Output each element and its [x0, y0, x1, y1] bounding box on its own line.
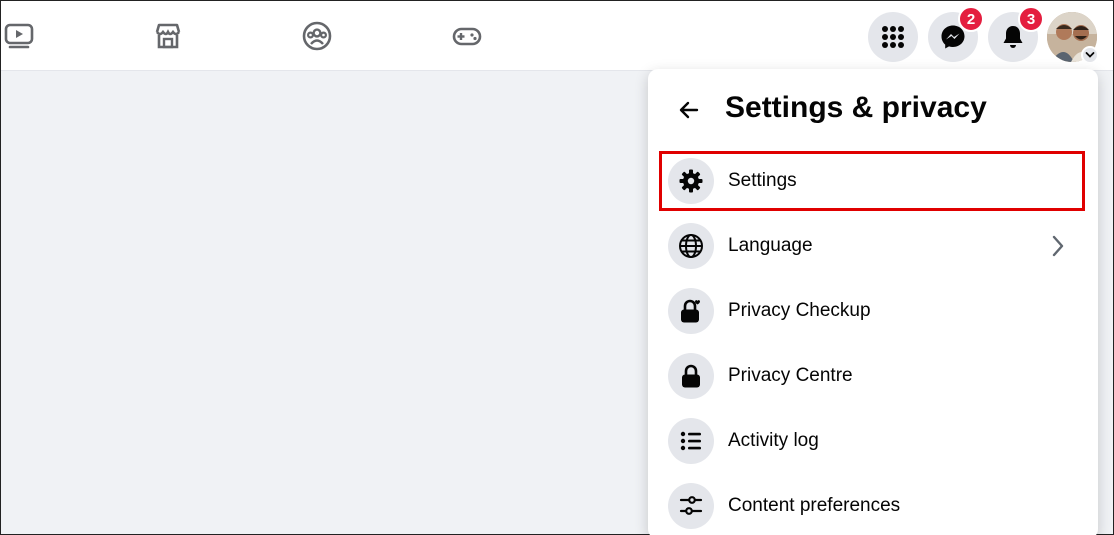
- menu-item-label: Content preferences: [728, 495, 901, 516]
- panel-title: Settings & privacy: [725, 91, 987, 124]
- groups-icon[interactable]: [300, 19, 334, 53]
- globe-icon: [668, 223, 714, 269]
- sliders-icon: [668, 483, 714, 529]
- menu-item-label: Language: [728, 235, 813, 256]
- menu-item-language[interactable]: Language: [658, 217, 1084, 275]
- menu-grid-button[interactable]: [868, 12, 918, 62]
- gaming-icon[interactable]: [450, 19, 484, 53]
- menu-item-label: Privacy Centre: [728, 365, 853, 386]
- menu-item-settings[interactable]: Settings: [658, 152, 1084, 210]
- watch-icon[interactable]: [2, 19, 36, 53]
- lock-heart-icon: [668, 288, 714, 334]
- menu-item-privacy-centre[interactable]: Privacy Centre: [658, 347, 1084, 405]
- menu-item-privacy-checkup[interactable]: Privacy Checkup: [658, 282, 1084, 340]
- gear-icon: [668, 158, 714, 204]
- messenger-button[interactable]: 2: [928, 6, 984, 62]
- top-navigation-bar: 2 3: [1, 1, 1113, 71]
- marketplace-icon[interactable]: [151, 19, 185, 53]
- back-arrow-icon: [679, 101, 699, 119]
- grid-menu-icon: [882, 26, 904, 48]
- menu-item-content-preferences[interactable]: Content preferences: [658, 477, 1084, 535]
- lock-icon: [668, 353, 714, 399]
- account-chevron-button[interactable]: [1081, 46, 1099, 64]
- list-icon: [668, 418, 714, 464]
- notifications-button[interactable]: 3: [988, 6, 1044, 62]
- chevron-right-icon: [1046, 234, 1070, 258]
- back-button[interactable]: [670, 91, 708, 129]
- menu-item-label: Privacy Checkup: [728, 300, 871, 321]
- menu-item-label: Activity log: [728, 430, 819, 451]
- menu-item-activity-log[interactable]: Activity log: [658, 412, 1084, 470]
- chevron-down-icon: [1085, 52, 1095, 58]
- notifications-badge: 3: [1018, 6, 1044, 32]
- messenger-badge: 2: [958, 6, 984, 32]
- settings-privacy-panel: Settings & privacy Settings Language Pri…: [648, 69, 1098, 535]
- menu-item-label: Settings: [728, 170, 797, 191]
